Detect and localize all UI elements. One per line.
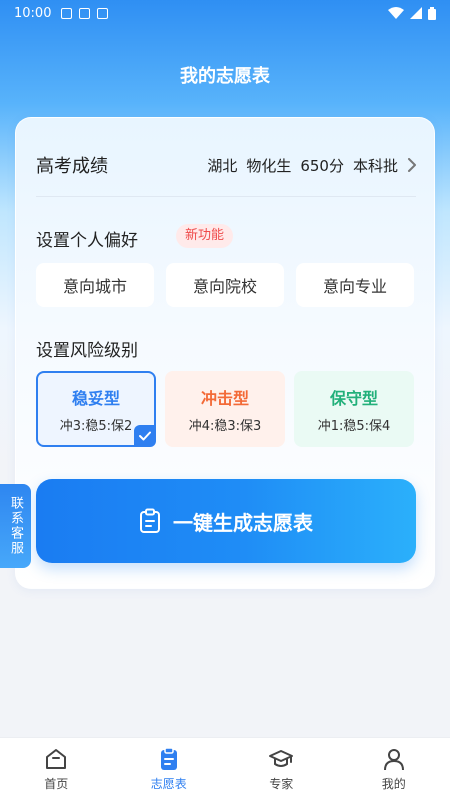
preference-options: 意向城市 意向院校 意向专业 [36,263,414,307]
batch: 本科批 [352,156,398,175]
graduation-cap-icon [269,750,294,767]
risk-option-steady[interactable]: 稳妥型 冲3:稳5:保2 [36,371,156,447]
risk-ratio: 冲1:稳5:保4 [317,418,391,434]
score-value: 650分 [300,156,344,175]
clipboard-icon [160,747,177,770]
risk-ratio: 冲4:稳3:保3 [188,418,262,434]
province: 湖北 [207,156,238,175]
subjects: 物化生 [246,156,292,175]
tab-label: 首页 [44,777,69,791]
risk-name: 稳妥型 [71,388,120,408]
signal-icon [410,7,422,19]
battery-icon [428,6,436,20]
volunteer-card: 高考成绩 湖北 物化生 650分 本科批 设置个人偏好 新功能 意向城市 意向院… [15,117,435,589]
risk-name: 冲击型 [200,388,249,408]
tab-expert[interactable]: 专家 [225,738,338,800]
bottom-tabbar: 首页 志愿表 专家 我的 [0,737,450,800]
risk-option-aggressive[interactable]: 冲击型 冲4:稳3:保3 [165,371,285,447]
generate-label: 一键生成志愿表 [173,510,313,535]
status-time: 10:00 [14,5,52,21]
score-row[interactable]: 高考成绩 湖北 物化生 650分 本科批 [36,150,418,180]
risk-option-conservative[interactable]: 保守型 冲1:稳5:保4 [294,371,414,447]
risk-options: 稳妥型 冲3:稳5:保2 冲击型 冲4:稳3:保3 保守型 冲1:稳5:保4 [36,371,414,447]
contact-support-tab[interactable]: 联系客服 [0,484,31,568]
tab-label: 我的 [381,777,406,791]
tab-mine[interactable]: 我的 [338,738,450,800]
notification-icon [61,7,73,19]
intended-major-button[interactable]: 意向专业 [296,263,414,307]
tab-volunteer[interactable]: 志愿表 [113,738,226,800]
risk-title: 设置风险级别 [36,341,138,361]
wifi-icon [388,7,404,19]
score-values: 湖北 物化生 650分 本科批 [198,155,418,176]
intended-city-button[interactable]: 意向城市 [36,263,154,307]
page-title: 我的志愿表 [180,66,270,87]
tab-label: 专家 [269,777,294,791]
user-icon [383,749,404,771]
intended-school-button[interactable]: 意向院校 [166,263,284,307]
risk-name: 保守型 [329,388,378,408]
preferences-title: 设置个人偏好 [36,231,138,251]
check-icon [134,425,156,447]
score-label: 高考成绩 [36,156,108,177]
divider [36,196,416,197]
risk-ratio: 冲3:稳5:保2 [59,418,133,434]
chevron-right-icon [408,158,416,172]
shield-icon [79,7,91,19]
new-feature-badge: 新功能 [176,224,234,248]
tab-label: 志愿表 [150,777,187,791]
generate-volunteer-button[interactable]: 一键生成志愿表 [36,479,416,563]
home-icon [46,749,67,769]
shield-icon [97,7,109,19]
tab-home[interactable]: 首页 [0,738,113,800]
clipboard-icon [140,508,160,533]
status-bar: 10:00 [0,0,450,26]
